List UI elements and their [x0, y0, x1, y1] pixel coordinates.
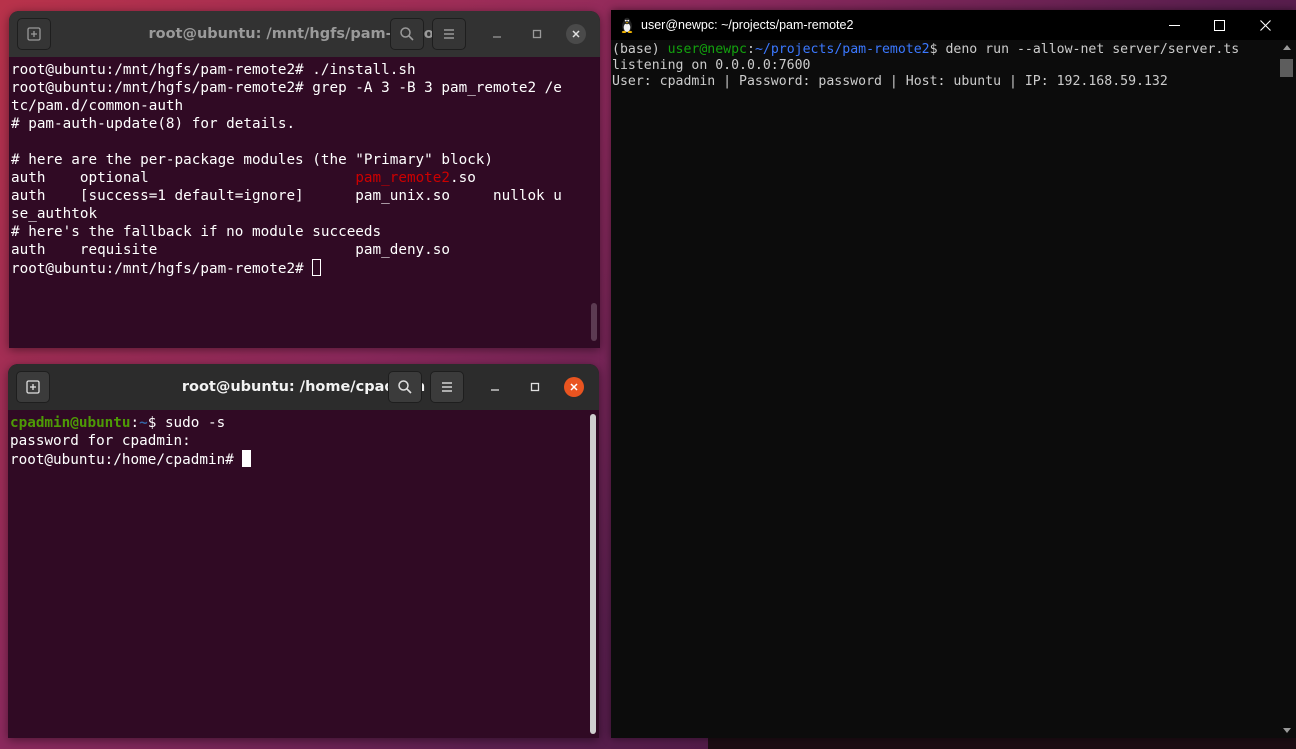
scrollbar[interactable]	[591, 303, 597, 341]
window-title: root@ubuntu: /home/cpadmin	[181, 379, 426, 395]
terminal-line: auth [success=1 default=ignore] pam_unix…	[11, 187, 600, 205]
maximize-button[interactable]	[525, 377, 545, 397]
minimize-icon	[493, 36, 501, 38]
top-terminal-titlebar[interactable]: root@ubuntu: /mnt/hgfs/pam-remote2	[9, 11, 600, 57]
window-title: user@newpc: ~/projects/pam-remote2	[641, 18, 854, 32]
close-button[interactable]	[564, 377, 584, 397]
terminal-line: root@ubuntu:/mnt/hgfs/pam-remote2# grep …	[11, 79, 600, 97]
text-cursor	[242, 450, 252, 467]
bottom-terminal-window[interactable]: root@ubuntu: /home/cpadmin cpadmin@ubunt…	[8, 364, 599, 738]
terminal-text: root@ubuntu:/mnt/hgfs/pam-remote2# ./ins…	[11, 62, 416, 78]
terminal-text: # pam-auth-update(8) for details.	[11, 116, 296, 132]
menu-button[interactable]	[430, 371, 464, 403]
terminal-line: root@ubuntu:/mnt/hgfs/pam-remote2#	[11, 259, 600, 277]
terminal-text: $ deno run --allow-net server/server.ts	[929, 42, 1240, 57]
minimize-button[interactable]	[1151, 10, 1197, 40]
terminal-line: se_authtok	[11, 205, 600, 223]
search-icon	[398, 380, 412, 394]
terminal-text: User: cpadmin | Password: password | Hos…	[612, 74, 1168, 89]
terminal-text: ~	[139, 415, 148, 431]
terminal-output[interactable]: (base) user@newpc:~/projects/pam-remote2…	[612, 40, 1278, 738]
terminal-text: se_authtok	[11, 206, 98, 222]
terminal-text: user@newpc	[667, 42, 747, 57]
scroll-down-arrow-icon[interactable]	[1283, 728, 1291, 733]
terminal-line: auth optional pam_remote2.so	[11, 169, 600, 187]
terminal-text: auth optional	[11, 170, 356, 186]
close-button[interactable]	[1242, 10, 1288, 40]
terminal-line: User: cpadmin | Password: password | Hos…	[612, 74, 1278, 90]
minimize-button[interactable]	[485, 377, 505, 397]
new-tab-button[interactable]	[17, 18, 51, 50]
terminal-text: :	[130, 415, 140, 431]
terminal-line: # here are the per-package modules (the …	[11, 151, 600, 169]
terminal-text: auth [success=1 default=ignore] pam_unix…	[11, 188, 562, 204]
bottom-terminal-titlebar[interactable]: root@ubuntu: /home/cpadmin	[8, 364, 599, 410]
minimize-button[interactable]	[487, 24, 507, 44]
terminal-line: auth requisite pam_deny.so	[11, 241, 600, 259]
terminal-text: .so	[450, 170, 476, 186]
terminal-line: (base) user@newpc:~/projects/pam-remote2…	[612, 42, 1278, 58]
scrollbar[interactable]	[1278, 40, 1296, 738]
close-icon	[1259, 19, 1271, 31]
terminal-text: cpadmin@ubuntu	[10, 415, 131, 431]
terminal-text: # here's the fallback if no module succe…	[11, 224, 382, 240]
text-cursor	[312, 259, 322, 276]
terminal-output[interactable]: cpadmin@ubuntu:~$ sudo -s password for cp…	[8, 410, 599, 738]
terminal-line: listening on 0.0.0.0:7600	[612, 58, 1278, 74]
terminal-line: # pam-auth-update(8) for details.	[11, 115, 600, 133]
terminal-text: $ sudo -s	[147, 415, 226, 431]
search-button[interactable]	[388, 371, 422, 403]
scrollbar-thumb[interactable]	[1280, 59, 1293, 77]
search-button[interactable]	[390, 18, 424, 50]
terminal-text: root@ubuntu:/mnt/hgfs/pam-remote2# grep …	[11, 80, 562, 96]
terminal-line: cpadmin@ubuntu:~$ sudo -s	[10, 414, 599, 432]
maximize-button[interactable]	[527, 24, 547, 44]
terminal-text: :	[746, 42, 755, 57]
windows-terminal-window[interactable]: user@newpc: ~/projects/pam-remote2 (base…	[611, 10, 1296, 738]
terminal-text: ~/projects/pam-remote2	[754, 42, 930, 57]
terminal-line: password for cpadmin:	[10, 432, 599, 450]
terminal-text: pam_remote2	[355, 170, 450, 186]
desktop-dark-area	[708, 738, 1296, 749]
terminal-text: tc/pam.d/common-auth	[11, 98, 184, 114]
close-icon	[570, 383, 578, 391]
new-tab-button[interactable]	[16, 371, 50, 403]
maximize-icon	[532, 29, 542, 39]
maximize-button[interactable]	[1196, 10, 1242, 40]
new-tab-icon	[26, 380, 40, 394]
terminal-line: # here's the fallback if no module succe…	[11, 223, 600, 241]
scroll-up-arrow-icon[interactable]	[1283, 45, 1291, 50]
terminal-text: password for cpadmin:	[10, 433, 191, 449]
terminal-line: tc/pam.d/common-auth	[11, 97, 600, 115]
terminal-line: root@ubuntu:/home/cpadmin#	[10, 450, 599, 468]
minimize-icon	[1168, 24, 1180, 26]
hamburger-menu-icon	[444, 29, 454, 39]
search-icon	[400, 27, 414, 41]
terminal-text: root@ubuntu:/mnt/hgfs/pam-remote2#	[11, 261, 313, 277]
window-title: root@ubuntu: /mnt/hgfs/pam-remote2	[148, 26, 461, 42]
windows-terminal-titlebar[interactable]: user@newpc: ~/projects/pam-remote2	[611, 10, 1296, 40]
new-tab-icon	[27, 27, 41, 41]
close-icon	[572, 30, 580, 38]
maximize-icon	[1213, 19, 1225, 31]
menu-button[interactable]	[432, 18, 466, 50]
terminal-text: root@ubuntu:/home/cpadmin#	[10, 452, 243, 468]
terminal-text: (base)	[612, 42, 668, 57]
minimize-icon	[491, 389, 499, 391]
terminal-line: root@ubuntu:/mnt/hgfs/pam-remote2# ./ins…	[11, 61, 600, 79]
terminal-text: listening on 0.0.0.0:7600	[612, 58, 811, 73]
terminal-text: auth requisite pam_deny.so	[11, 242, 450, 258]
close-button[interactable]	[566, 24, 586, 44]
top-terminal-window[interactable]: root@ubuntu: /mnt/hgfs/pam-remote2 root@…	[9, 11, 600, 348]
terminal-text: # here are the per-package modules (the …	[11, 152, 494, 168]
tux-icon	[621, 17, 633, 33]
maximize-icon	[530, 382, 540, 392]
terminal-output[interactable]: root@ubuntu:/mnt/hgfs/pam-remote2# ./ins…	[9, 57, 600, 348]
scrollbar[interactable]	[590, 414, 596, 734]
hamburger-menu-icon	[442, 382, 452, 392]
